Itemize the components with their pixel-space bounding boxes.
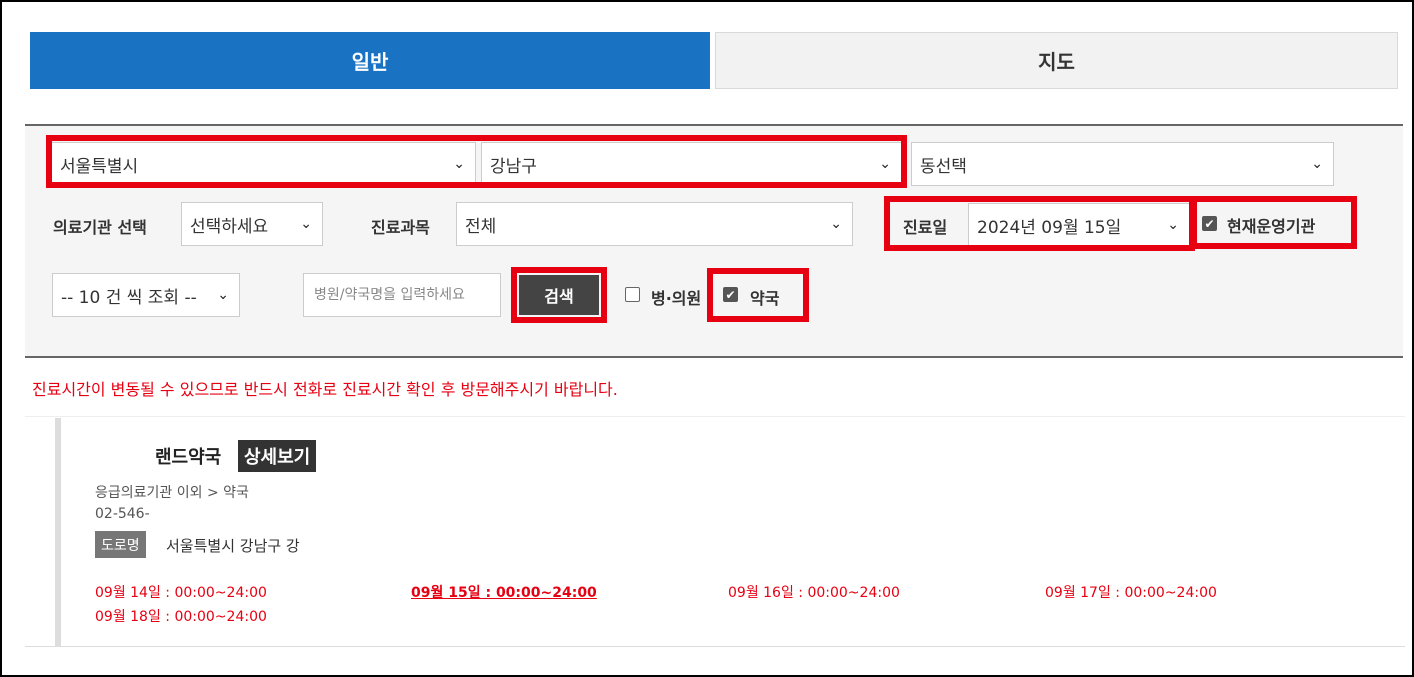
page-size-select[interactable]: -- 10 건 씩 조회 -- ⌄: [52, 273, 240, 317]
divider: [25, 416, 1405, 417]
search-button[interactable]: 검색: [519, 275, 599, 315]
hospital-checkbox[interactable]: [625, 287, 640, 302]
page-size-select-value: -- 10 건 씩 조회 --: [61, 287, 197, 308]
result-type: 응급의료기관 이외 > 약국: [95, 485, 249, 501]
tab-map[interactable]: 지도: [715, 32, 1398, 89]
institution-select[interactable]: 선택하세요 ⌄: [181, 202, 323, 246]
hours-item: 09월 17일 : 00:00~24:00: [1045, 585, 1217, 601]
hours-item: 09월 14일 : 00:00~24:00: [95, 585, 267, 601]
detail-button[interactable]: 상세보기: [238, 440, 317, 472]
sido-select[interactable]: 서울특별시 ⌄: [51, 142, 476, 186]
date-label: 진료일: [903, 218, 948, 237]
chevron-down-icon: ⌄: [453, 156, 465, 172]
search-input[interactable]: [303, 273, 501, 317]
chevron-down-icon: ⌄: [1167, 217, 1179, 233]
chevron-down-icon: ⌄: [1311, 156, 1323, 172]
sigungu-select[interactable]: 강남구 ⌄: [481, 142, 902, 186]
dong-select-value: 동선택: [920, 156, 967, 177]
department-select-value: 전체: [465, 216, 497, 237]
date-select-value: 2024년 09월 15일: [977, 217, 1122, 238]
department-label: 진료과목: [371, 218, 430, 237]
sigungu-select-value: 강남구: [490, 156, 537, 177]
date-select[interactable]: 2024년 09월 15일 ⌄: [968, 203, 1190, 247]
notice-text: 진료시간이 변동될 수 있으므로 반드시 전화로 진료시간 확인 후 방문해주시…: [32, 380, 618, 399]
tab-general[interactable]: 일반: [30, 32, 710, 89]
pharmacy-checkbox[interactable]: ✔: [723, 287, 738, 302]
hospital-label: 병·의원: [651, 289, 702, 308]
institution-select-value: 선택하세요: [190, 216, 269, 237]
hours-item: 09월 18일 : 00:00~24:00: [95, 609, 267, 625]
department-select[interactable]: 전체 ⌄: [456, 202, 853, 246]
hours-item-today: 09월 15일 : 00:00~24:00: [411, 585, 597, 601]
sido-select-value: 서울특별시: [60, 156, 139, 177]
result-name[interactable]: 랜드약국: [155, 443, 221, 469]
operating-now-checkbox[interactable]: ✔: [1202, 216, 1217, 231]
result-divider: [25, 646, 1405, 647]
chevron-down-icon: ⌄: [300, 216, 312, 232]
result-address: 서울특별시 강남구 강: [166, 537, 300, 555]
result-phone: 02-546-: [95, 506, 150, 522]
road-badge: 도로명: [95, 531, 146, 558]
chevron-down-icon: ⌄: [217, 287, 229, 303]
dong-select[interactable]: 동선택 ⌄: [911, 142, 1334, 186]
institution-label: 의료기관 선택: [53, 218, 147, 237]
chevron-down-icon: ⌄: [879, 156, 891, 172]
chevron-down-icon: ⌄: [830, 216, 842, 232]
hours-item: 09월 16일 : 00:00~24:00: [728, 585, 900, 601]
operating-now-label: 현재운영기관: [1227, 217, 1316, 236]
pharmacy-label: 약국: [750, 289, 780, 308]
